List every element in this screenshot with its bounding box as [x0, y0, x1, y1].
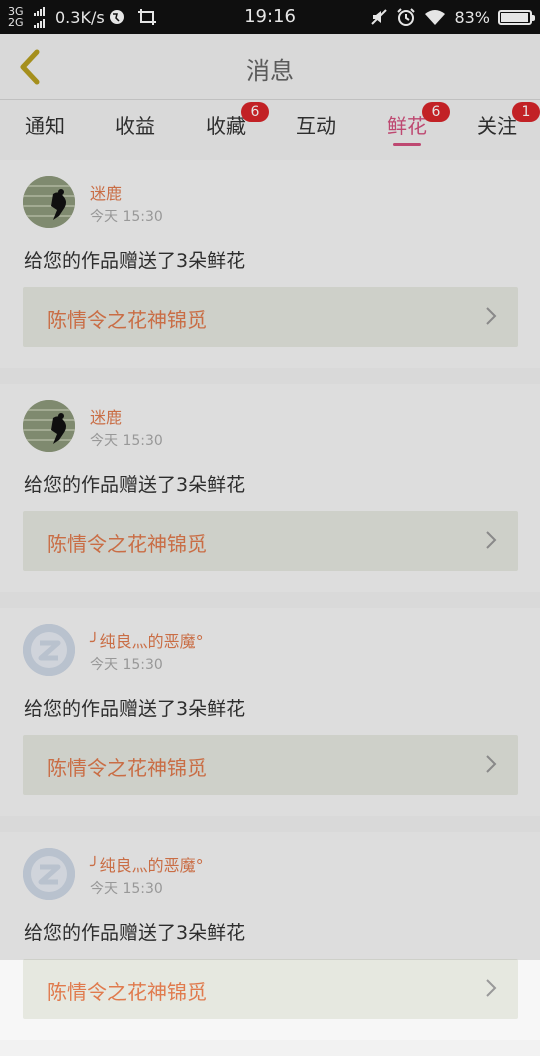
work-title: 陈情令之花神锦觅 [47, 756, 207, 780]
work-title: 陈情令之花神锦觅 [47, 532, 207, 556]
tab-label: 互动 [296, 114, 336, 138]
tab-earnings[interactable]: 收益 [112, 110, 158, 150]
list-item: ╯纯良灬的恶魔° 今天 15:30 给您的作品赠送了3朵鲜花 陈情令之花神锦觅 [0, 608, 540, 816]
page-title: 消息 [246, 57, 294, 85]
work-link[interactable]: 陈情令之花神锦觅 [23, 511, 518, 571]
list-item: ╯纯良灬的恶魔° 今天 15:30 给您的作品赠送了3朵鲜花 陈情令之花神锦觅 [0, 832, 540, 1040]
status-bar: 3G 2G 0.3K/s 19:16 83% [0, 0, 540, 34]
default-avatar-icon [23, 624, 75, 676]
network-speed: 0.3K/s [55, 7, 105, 27]
message-text: 给您的作品赠送了3朵鲜花 [24, 474, 246, 496]
tab-following[interactable]: 关注 1 [474, 102, 540, 150]
mute-icon [370, 8, 388, 26]
tab-interactions[interactable]: 互动 [293, 110, 339, 150]
list-item: 迷鹿 今天 15:30 给您的作品赠送了3朵鲜花 陈情令之花神锦觅 [0, 384, 540, 592]
list-item: 迷鹿 今天 15:30 给您的作品赠送了3朵鲜花 陈情令之花神锦觅 [0, 160, 540, 368]
work-title: 陈情令之花神锦觅 [47, 980, 207, 1004]
chevron-right-icon [486, 531, 497, 549]
tab-bar: 通知 收益 收藏 6 互动 鲜花 6 关注 1 [0, 100, 540, 150]
tab-indicator [393, 143, 421, 146]
default-avatar-icon [23, 848, 75, 900]
tab-notifications[interactable]: 通知 [22, 110, 68, 150]
battery-icon [498, 9, 535, 25]
screenshot-icon [137, 8, 157, 26]
tab-label: 关注 [477, 114, 517, 138]
wifi-icon [424, 9, 446, 25]
tab-favorites[interactable]: 收藏 6 [203, 102, 269, 150]
avatar[interactable] [23, 176, 75, 228]
message-text: 给您的作品赠送了3朵鲜花 [24, 698, 246, 720]
username[interactable]: ╯纯良灬的恶魔° [90, 628, 204, 652]
message-time: 今天 15:30 [90, 209, 163, 225]
message-list: 迷鹿 今天 15:30 给您的作品赠送了3朵鲜花 陈情令之花神锦觅 迷鹿 今天 … [0, 160, 540, 1056]
network-bottom-label: 2G [8, 16, 24, 29]
chevron-right-icon [486, 307, 497, 325]
message-time: 今天 15:30 [90, 881, 163, 897]
message-time: 今天 15:30 [90, 433, 163, 449]
signal-icon [34, 6, 45, 28]
alarm-icon [396, 7, 416, 27]
flowers-badge: 6 [422, 102, 450, 122]
following-badge: 1 [512, 102, 540, 122]
username[interactable]: 迷鹿 [90, 404, 122, 428]
message-text: 给您的作品赠送了3朵鲜花 [24, 250, 246, 272]
work-link[interactable]: 陈情令之花神锦觅 [23, 287, 518, 347]
work-title: 陈情令之花神锦觅 [47, 308, 207, 332]
globe-icon [109, 9, 125, 25]
work-link[interactable]: 陈情令之花神锦觅 [23, 959, 518, 1019]
network-type: 3G 2G [8, 6, 32, 28]
header: 消息 [0, 34, 540, 100]
user-photo-icon [23, 176, 75, 228]
tab-label: 通知 [25, 114, 65, 138]
tab-label: 收益 [115, 114, 155, 138]
chevron-right-icon [486, 755, 497, 773]
avatar[interactable] [23, 400, 75, 452]
message-time: 今天 15:30 [90, 657, 163, 673]
tab-flowers[interactable]: 鲜花 6 [384, 102, 450, 150]
chevron-right-icon [486, 979, 497, 997]
username[interactable]: 迷鹿 [90, 180, 122, 204]
tab-label: 收藏 [206, 114, 246, 138]
avatar[interactable] [23, 624, 75, 676]
battery-percent: 83% [454, 7, 490, 27]
avatar[interactable] [23, 848, 75, 900]
favorites-badge: 6 [241, 102, 269, 122]
tab-label: 鲜花 [387, 114, 427, 138]
work-link[interactable]: 陈情令之花神锦觅 [23, 735, 518, 795]
username[interactable]: ╯纯良灬的恶魔° [90, 852, 204, 876]
user-photo-icon [23, 400, 75, 452]
message-text: 给您的作品赠送了3朵鲜花 [24, 922, 246, 944]
